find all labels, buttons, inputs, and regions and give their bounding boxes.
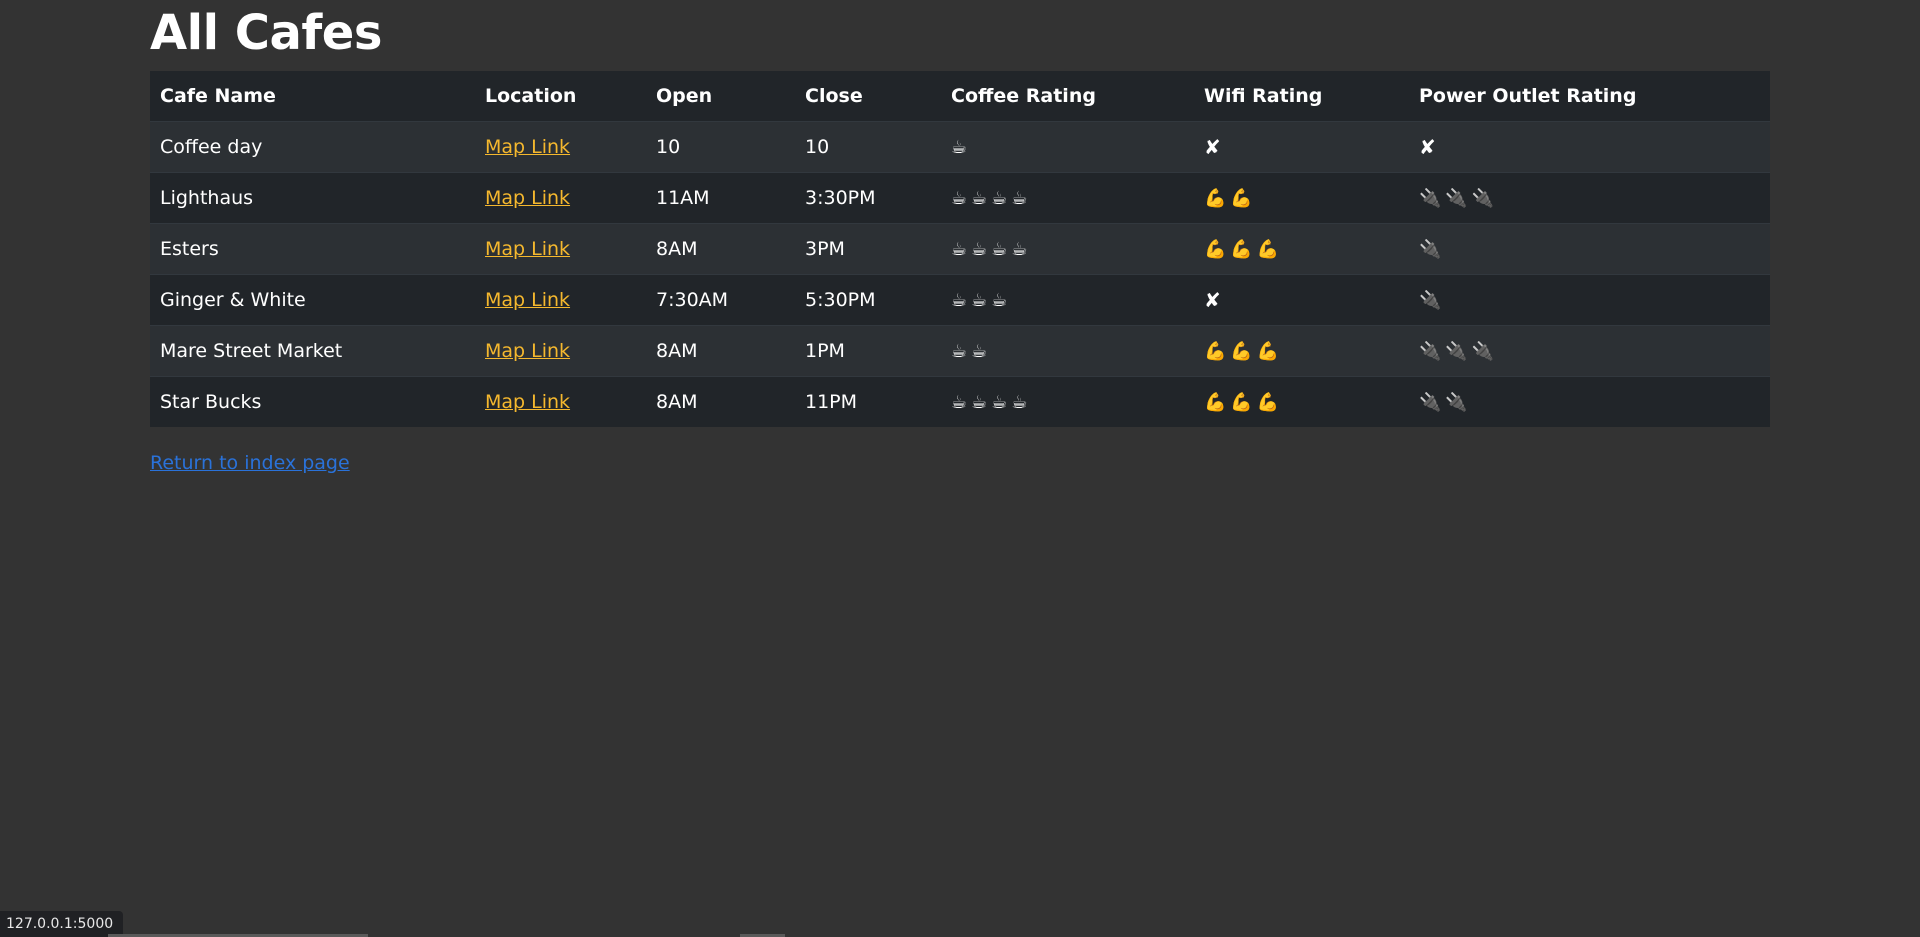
coffee-rating-cell: ☕☕☕☕ [941,172,1194,224]
cafe-name-cell: Star Bucks [150,376,475,427]
close-cell: 3PM [795,223,941,275]
power-rating-cell: 🔌 [1409,223,1770,275]
cafes-table: Cafe Name Location Open Close Coffee Rat… [150,71,1770,427]
cafe-name-cell: Lighthaus [150,172,475,224]
open-cell: 8AM [646,223,795,275]
power-rating-cell: 🔌🔌🔌 [1409,325,1770,377]
location-cell: Map Link [475,376,646,427]
return-to-index-link[interactable]: Return to index page [150,452,350,474]
header-power-outlet-rating: Power Outlet Rating [1409,71,1770,122]
power-rating-cell: 🔌🔌 [1409,376,1770,427]
header-coffee-rating: Coffee Rating [941,71,1194,122]
close-cell: 5:30PM [795,274,941,326]
coffee-rating-cell: ☕☕☕☕ [941,223,1194,275]
cafe-name-cell: Ginger & White [150,274,475,326]
coffee-rating-cell: ☕☕☕ [941,274,1194,326]
wifi-rating-cell: ✘ [1194,274,1409,326]
header-close: Close [795,71,941,122]
header-cafe-name: Cafe Name [150,71,475,122]
map-link[interactable]: Map Link [485,340,570,362]
table-row: Esters Map Link 8AM 3PM ☕☕☕☕ 💪💪💪 🔌 [150,223,1770,275]
location-cell: Map Link [475,274,646,326]
header-open: Open [646,71,795,122]
location-cell: Map Link [475,121,646,173]
table-row: Ginger & White Map Link 7:30AM 5:30PM ☕☕… [150,274,1770,326]
cafe-name-cell: Coffee day [150,121,475,173]
coffee-rating-cell: ☕☕☕☕ [941,376,1194,427]
close-cell: 11PM [795,376,941,427]
open-cell: 7:30AM [646,274,795,326]
page-title: All Cafes [150,5,382,61]
table-header-row: Cafe Name Location Open Close Coffee Rat… [150,71,1770,122]
close-cell: 3:30PM [795,172,941,224]
table-row: Star Bucks Map Link 8AM 11PM ☕☕☕☕ 💪💪💪 🔌🔌 [150,376,1770,427]
coffee-rating-cell: ☕ [941,121,1194,173]
close-cell: 10 [795,121,941,173]
location-cell: Map Link [475,223,646,275]
power-rating-cell: ✘ [1409,121,1770,173]
wifi-rating-cell: 💪💪💪 [1194,325,1409,377]
header-wifi-rating: Wifi Rating [1194,71,1409,122]
location-cell: Map Link [475,325,646,377]
map-link[interactable]: Map Link [485,289,570,311]
open-cell: 8AM [646,325,795,377]
header-location: Location [475,71,646,122]
wifi-rating-cell: 💪💪💪 [1194,376,1409,427]
coffee-rating-cell: ☕☕ [941,325,1194,377]
cafe-name-cell: Mare Street Market [150,325,475,377]
map-link[interactable]: Map Link [485,136,570,158]
main-container: All Cafes Cafe Name Location Open Close … [150,0,1770,474]
power-rating-cell: 🔌🔌🔌 [1409,172,1770,224]
status-bar-url: 127.0.0.1:5000 [0,911,124,937]
wifi-rating-cell: 💪💪💪 [1194,223,1409,275]
cafe-name-cell: Esters [150,223,475,275]
table-row: Mare Street Market Map Link 8AM 1PM ☕☕ 💪… [150,325,1770,377]
open-cell: 11AM [646,172,795,224]
open-cell: 10 [646,121,795,173]
table-row: Coffee day Map Link 10 10 ☕ ✘ ✘ [150,121,1770,173]
table-row: Lighthaus Map Link 11AM 3:30PM ☕☕☕☕ 💪💪 🔌… [150,172,1770,224]
map-link[interactable]: Map Link [485,238,570,260]
open-cell: 8AM [646,376,795,427]
map-link[interactable]: Map Link [485,391,570,413]
location-cell: Map Link [475,172,646,224]
map-link[interactable]: Map Link [485,187,570,209]
wifi-rating-cell: ✘ [1194,121,1409,173]
wifi-rating-cell: 💪💪 [1194,172,1409,224]
power-rating-cell: 🔌 [1409,274,1770,326]
close-cell: 1PM [795,325,941,377]
